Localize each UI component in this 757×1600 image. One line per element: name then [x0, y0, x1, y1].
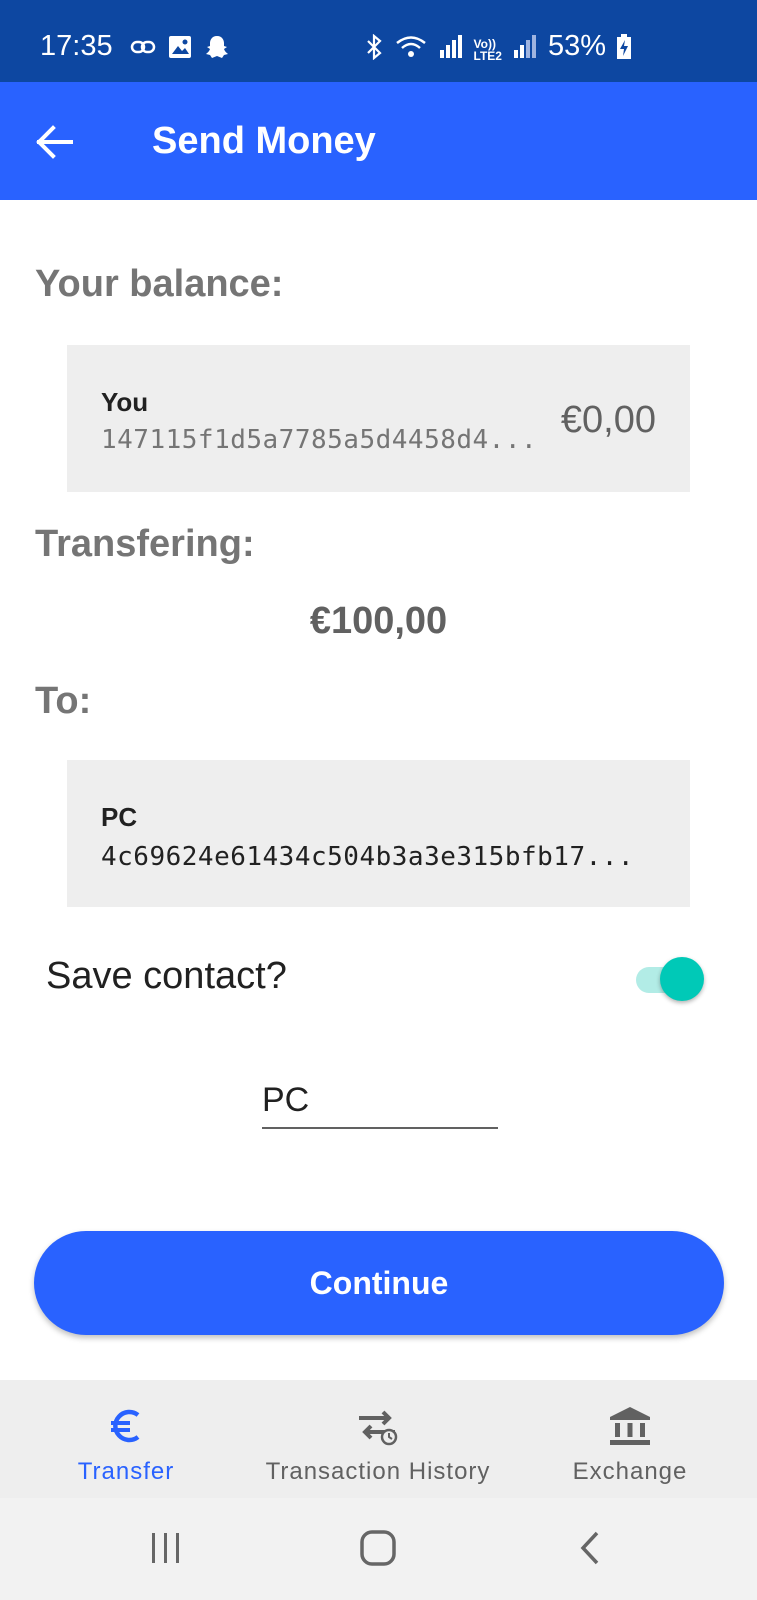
- balance-account-name: You: [101, 387, 149, 417]
- wifi-icon: [394, 34, 428, 65]
- transfer-label: Transfering:: [35, 523, 255, 565]
- bank-icon: [608, 1404, 652, 1448]
- home-button[interactable]: [348, 1528, 408, 1568]
- app-bar: Send Money: [0, 82, 757, 200]
- recipient-card: PC 4c69624e61434c504b3a3e315bfb17...: [67, 760, 690, 907]
- status-bar: 17:35 Vo)) LTE2 53%: [0, 0, 757, 82]
- recipient-label: To:: [35, 680, 92, 722]
- battery-charging-icon: [616, 34, 632, 65]
- bottom-navigation: Transfer Transaction History Exchange: [0, 1380, 757, 1498]
- signal-icon: [438, 34, 464, 65]
- nav-label-transaction-history: Transaction History: [265, 1458, 491, 1485]
- page-title: Send Money: [152, 120, 376, 162]
- toggle-thumb: [660, 957, 704, 1001]
- nav-label-exchange: Exchange: [572, 1458, 688, 1485]
- save-contact-label: Save contact?: [46, 955, 287, 997]
- save-contact-toggle[interactable]: [636, 957, 704, 1001]
- nav-label-transfer: Transfer: [77, 1458, 175, 1485]
- status-time: 17:35: [40, 30, 113, 62]
- continue-button[interactable]: Continue: [34, 1231, 724, 1335]
- recipient-address: 4c69624e61434c504b3a3e315bfb17...: [101, 842, 635, 872]
- recipient-name: PC: [101, 802, 138, 832]
- recent-apps-icon: [152, 1533, 179, 1563]
- snapchat-icon: [204, 34, 230, 65]
- link-icon: [130, 37, 156, 62]
- euro-icon: [106, 1404, 146, 1448]
- home-icon: [360, 1530, 396, 1566]
- balance-amount: €0,00: [560, 399, 656, 441]
- bluetooth-icon: [364, 33, 384, 65]
- system-navigation-bar: [0, 1498, 757, 1600]
- image-icon: [168, 35, 192, 64]
- arrow-back-icon: [36, 125, 73, 159]
- nav-item-exchange[interactable]: Exchange: [555, 1380, 705, 1498]
- balance-label: Your balance:: [35, 263, 284, 305]
- network-label: LTE2: [473, 48, 502, 63]
- balance-account-address: 147115f1d5a7785a5d4458d4...: [101, 425, 538, 455]
- balance-card: You 147115f1d5a7785a5d4458d4... €0,00: [67, 345, 690, 492]
- back-icon: [580, 1531, 599, 1565]
- system-back-button[interactable]: [560, 1528, 620, 1568]
- back-button[interactable]: [30, 117, 80, 167]
- transfer-amount: €100,00: [309, 600, 448, 642]
- nav-item-transfer[interactable]: Transfer: [56, 1380, 196, 1498]
- nav-item-transaction-history[interactable]: Transaction History: [248, 1380, 508, 1498]
- battery-percent: 53%: [547, 30, 606, 62]
- volte-icon: Vo)) LTE2: [473, 36, 502, 63]
- transaction-history-icon: [355, 1404, 401, 1448]
- signal-icon: [512, 34, 538, 65]
- recent-apps-button[interactable]: [136, 1528, 196, 1568]
- contact-name-input[interactable]: [262, 1073, 498, 1129]
